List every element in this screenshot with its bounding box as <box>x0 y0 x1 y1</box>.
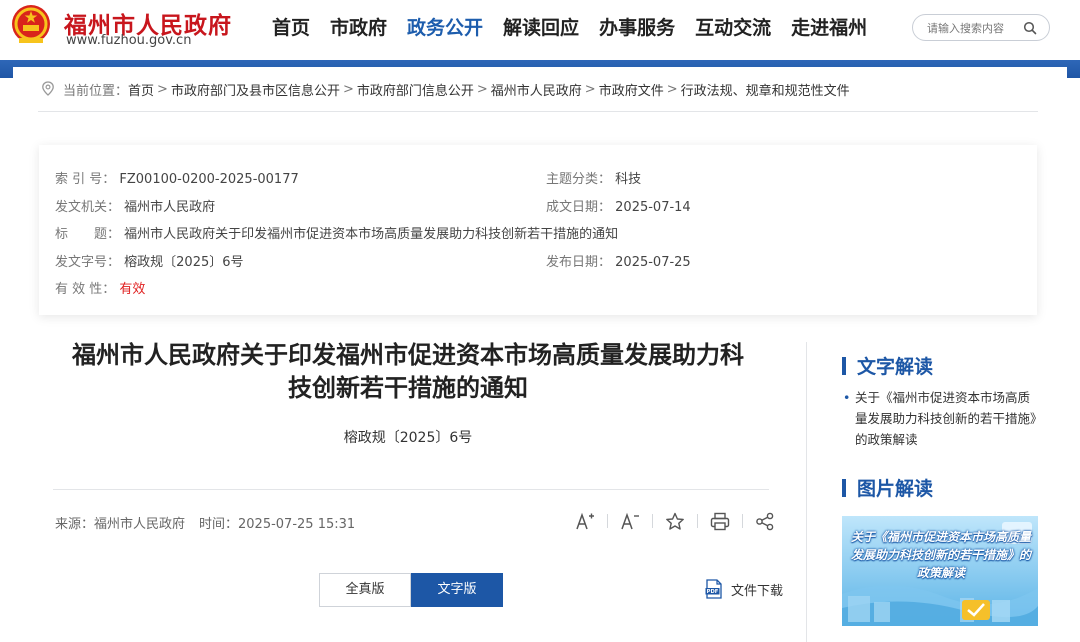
info-topic-value: 科技 <box>615 172 642 187</box>
article-title: 福州市人民政府关于印发福州市促进资本市场高质量发展助力科 技创新若干措施的通知 <box>33 339 783 405</box>
article-time: 时间：2025-07-25 15:31 <box>199 517 356 532</box>
article-toolbar <box>563 510 787 532</box>
main-nav: 首页 市政府 政务公开 解读回应 办事服务 互动交流 走进福州 <box>262 0 877 58</box>
breadcrumb-separator: > <box>476 81 488 97</box>
site-header: 福州市人民政府 www.fuzhou.gov.cn 首页 市政府 政务公开 解读… <box>0 0 1080 58</box>
document-info-card: 索 引 号： FZ00100-0200-2025-00177 主题分类： 科技 … <box>39 145 1037 315</box>
info-doc-number-value: 榕政规〔2025〕6号 <box>124 255 244 270</box>
info-doc-number: 发文字号： 榕政规〔2025〕6号 <box>55 251 244 270</box>
national-emblem-icon[interactable] <box>10 4 52 46</box>
info-publish-date: 发布日期： 2025-07-25 <box>546 251 691 270</box>
article-doc-number: 榕政规〔2025〕6号 <box>343 430 473 446</box>
image-interpretation-banner-text: 关于《福州市促进资本市场高质量发展助力科技创新的若干措施》的政策解读 <box>850 530 1031 580</box>
info-written-date-value: 2025-07-14 <box>615 200 691 215</box>
nav-item-government-affairs[interactable]: 政务公开 <box>397 0 493 58</box>
breadcrumb-separator: > <box>666 81 678 97</box>
text-interpretation-title: 文字解读 <box>857 356 934 378</box>
image-interpretation-heading: 图片解读 <box>842 474 933 501</box>
font-increase-icon[interactable] <box>574 510 596 532</box>
nav-item-interaction[interactable]: 互动交流 <box>685 0 781 58</box>
location-icon <box>42 81 54 96</box>
info-topic-label: 主题分类： <box>546 172 612 187</box>
nav-item-city-government[interactable]: 市政府 <box>320 0 397 58</box>
pdf-file-icon: PDF <box>705 579 722 599</box>
svg-text:PDF: PDF <box>707 589 719 595</box>
info-validity: 有 效 性： 有效 <box>55 278 145 297</box>
info-issuer-value: 福州市人民政府 <box>124 200 216 215</box>
info-issuer: 发文机关： 福州市人民政府 <box>55 196 215 215</box>
info-validity-value: 有效 <box>119 282 146 297</box>
full-version-button[interactable]: 全真版 <box>319 573 411 607</box>
divider <box>38 111 1038 112</box>
breadcrumb-separator: > <box>342 81 354 97</box>
info-issuer-label: 发文机关： <box>55 200 121 215</box>
info-topic: 主题分类： 科技 <box>546 168 641 187</box>
article-source: 来源：福州市人民政府 <box>55 517 186 532</box>
breadcrumb-separator: > <box>157 81 168 97</box>
search-input[interactable] <box>927 19 1023 37</box>
info-validity-label: 有 效 性： <box>55 282 116 297</box>
info-doc-number-label: 发文字号： <box>55 255 121 270</box>
divider <box>53 489 769 490</box>
image-interpretation-title: 图片解读 <box>857 478 934 500</box>
nav-item-services[interactable]: 办事服务 <box>589 0 685 58</box>
breadcrumb-item-home[interactable]: 首页 <box>128 80 154 99</box>
file-download-link[interactable]: PDF 文件下载 <box>705 579 783 599</box>
info-index: 索 引 号： FZ00100-0200-2025-00177 <box>55 168 299 187</box>
nav-item-interpretation[interactable]: 解读回应 <box>493 0 589 58</box>
breadcrumb-item-government-documents[interactable]: 市政府文件 <box>599 80 664 99</box>
info-written-date: 成文日期： 2025-07-14 <box>546 196 691 215</box>
share-icon[interactable] <box>754 510 776 532</box>
heading-accent-bar <box>842 478 846 497</box>
toolbar-separator <box>742 514 743 528</box>
breadcrumb-item-departments[interactable]: 市政府部门信息公开 <box>357 80 474 99</box>
bullet-icon: • <box>843 390 851 405</box>
site-url: www.fuzhou.gov.cn <box>66 33 192 48</box>
info-title-label: 标 题： <box>55 227 121 242</box>
file-download-label: 文件下载 <box>731 583 784 599</box>
breadcrumb: 当前位置： 首页 > 市政府部门及县市区信息公开 > 市政府部门信息公开 > 福… <box>41 79 850 99</box>
nav-item-home[interactable]: 首页 <box>262 0 320 58</box>
main-content: 当前位置： 首页 > 市政府部门及县市区信息公开 > 市政府部门信息公开 > 福… <box>13 67 1067 642</box>
text-interpretation-heading: 文字解读 <box>842 352 933 379</box>
image-interpretation-banner[interactable]: 关于《福州市促进资本市场高质量发展助力科技创新的若干措施》的政策解读 <box>842 516 1038 626</box>
info-written-date-label: 成文日期： <box>546 200 612 215</box>
print-icon[interactable] <box>709 510 731 532</box>
font-decrease-icon[interactable] <box>619 510 641 532</box>
breadcrumb-separator: > <box>584 81 596 97</box>
breadcrumb-item-departments-counties[interactable]: 市政府部门及县市区信息公开 <box>171 80 340 99</box>
toolbar-separator <box>607 514 608 528</box>
info-index-value: FZ00100-0200-2025-00177 <box>119 172 299 187</box>
article-title-line-2: 技创新若干措施的通知 <box>288 374 528 402</box>
vertical-divider <box>806 342 807 642</box>
toolbar-separator <box>652 514 653 528</box>
toolbar-separator <box>697 514 698 528</box>
text-interpretation-item[interactable]: • 关于《福州市促进资本市场高质量发展助力科技创新的若干措施》的政策解读 <box>843 387 1041 450</box>
search-icon[interactable] <box>1023 21 1037 35</box>
article-title-line-1: 福州市人民政府关于印发福州市促进资本市场高质量发展助力科 <box>72 341 744 369</box>
breadcrumb-item-regulations[interactable]: 行政法规、规章和规范性文件 <box>681 80 850 99</box>
info-publish-date-label: 发布日期： <box>546 255 612 270</box>
search-box <box>912 14 1050 41</box>
breadcrumb-prefix: 当前位置： <box>63 83 129 99</box>
text-version-button[interactable]: 文字版 <box>411 573 503 607</box>
article-meta: 来源：福州市人民政府 时间：2025-07-25 15:31 <box>55 513 355 532</box>
favorite-star-icon[interactable] <box>664 510 686 532</box>
info-publish-date-value: 2025-07-25 <box>615 255 691 270</box>
breadcrumb-item-city-government[interactable]: 福州市人民政府 <box>491 80 582 99</box>
info-title-value: 福州市人民政府关于印发福州市促进资本市场高质量发展助力科技创新若干措施的通知 <box>124 227 619 242</box>
info-index-label: 索 引 号： <box>55 172 116 187</box>
text-interpretation-item-label: 关于《福州市促进资本市场高质量发展助力科技创新的若干措施》的政策解读 <box>855 390 1037 447</box>
info-title: 标 题： 福州市人民政府关于印发福州市促进资本市场高质量发展助力科技创新若干措施… <box>55 223 618 242</box>
nav-item-about-fuzhou[interactable]: 走进福州 <box>781 0 877 58</box>
heading-accent-bar <box>842 356 846 375</box>
